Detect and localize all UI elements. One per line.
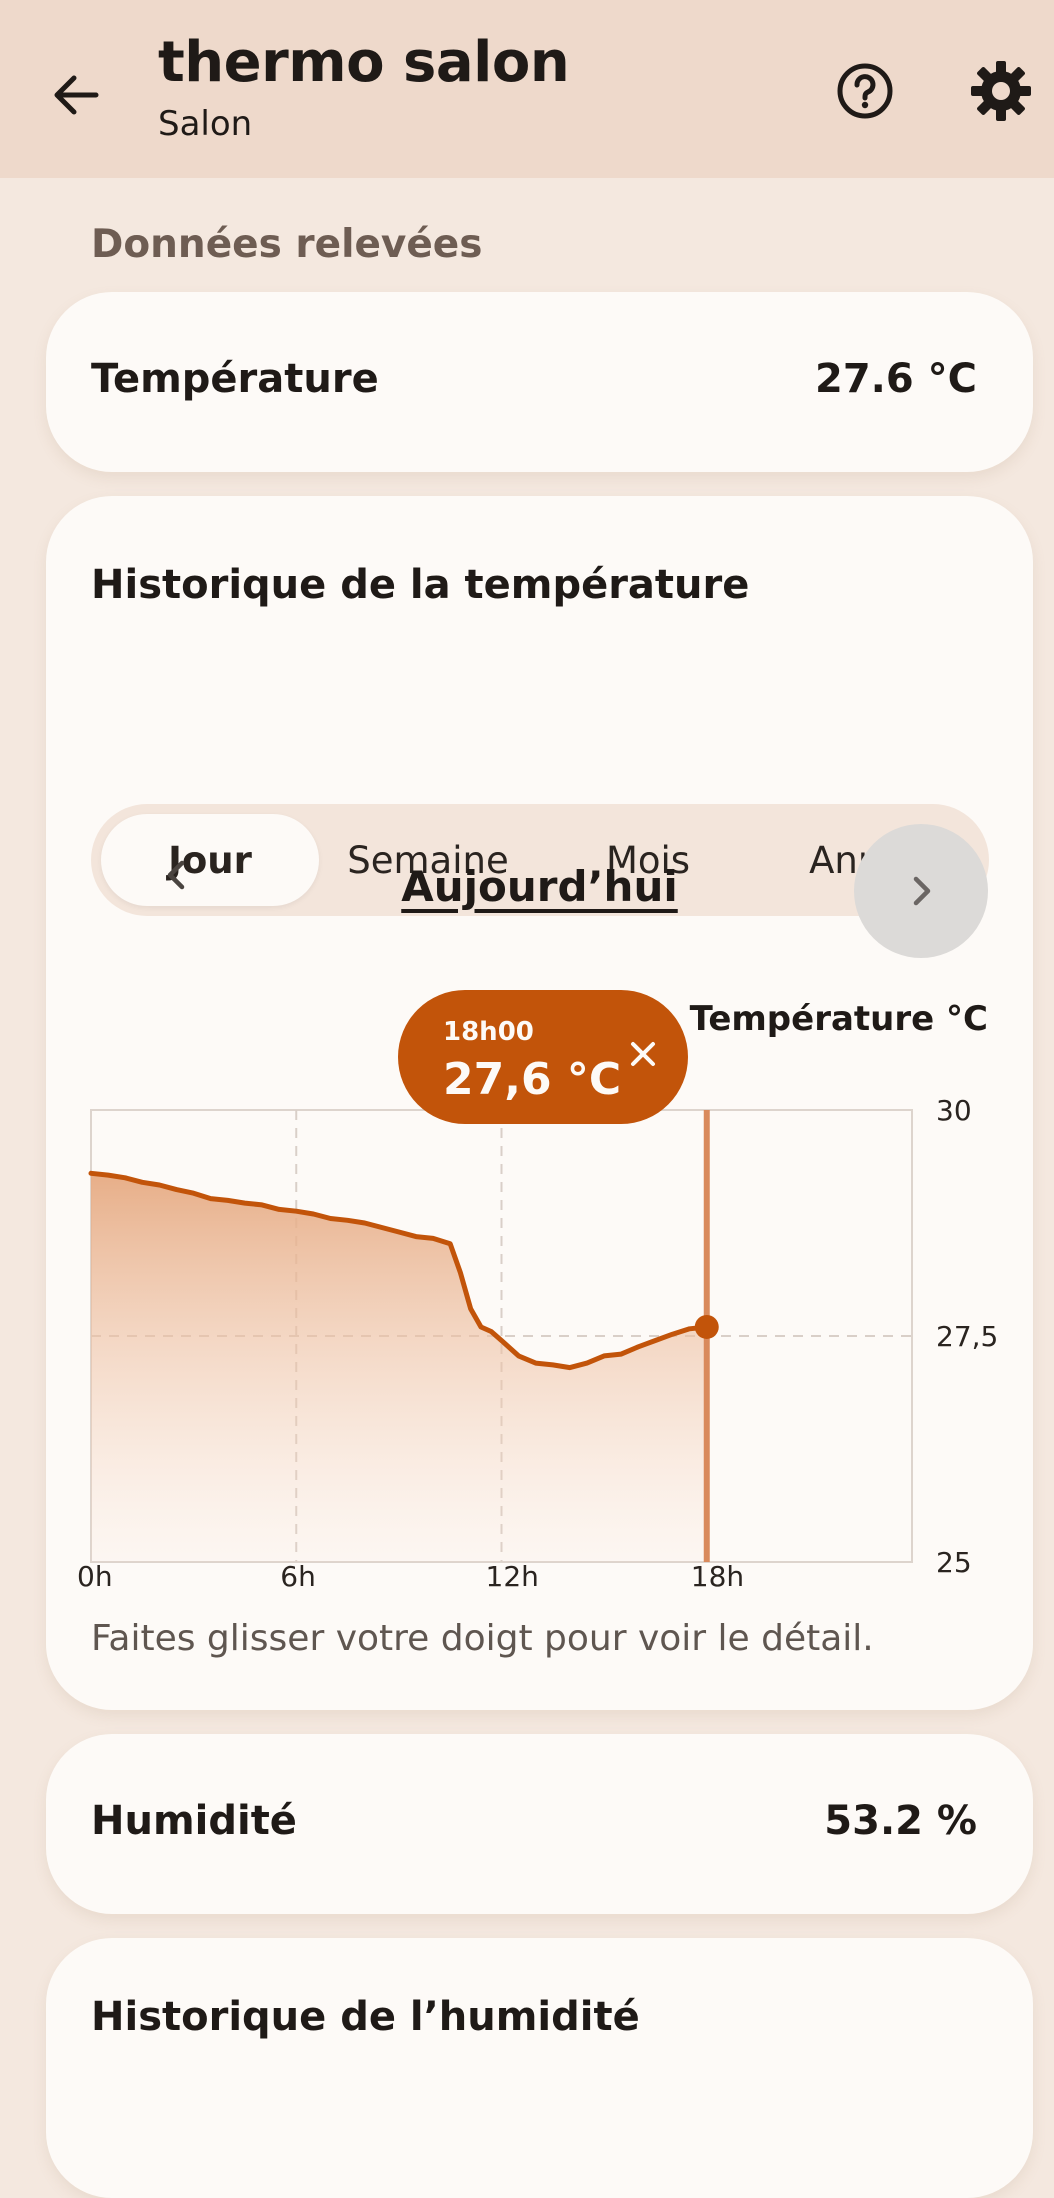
humidity-history-card: Historique de l’humidité: [46, 1938, 1033, 2198]
next-period-button[interactable]: [854, 824, 988, 958]
selection-point: [694, 1314, 719, 1339]
temperature-card[interactable]: Température 27.6 °C: [46, 292, 1033, 472]
y-tick-label: 30: [936, 1094, 972, 1127]
humidity-card[interactable]: Humidité 53.2 %: [46, 1734, 1033, 1914]
temperature-label: Température: [91, 356, 379, 402]
y-tick-label: 27,5: [936, 1320, 998, 1353]
tooltip-time: 18h00: [443, 1017, 534, 1047]
app-subtitle: Salon: [158, 104, 253, 144]
back-button[interactable]: [44, 60, 114, 130]
value-tooltip[interactable]: 18h00 27,6 °C: [398, 990, 688, 1124]
app-bar: thermo salon Salon: [0, 0, 1054, 178]
temperature-value: 27.6 °C: [815, 356, 977, 402]
chevron-right-icon: [913, 876, 931, 906]
help-button[interactable]: [830, 56, 900, 126]
x-tick-label: 0h: [77, 1560, 113, 1593]
temperature-history-card: Historique de la température Jour Semain…: [46, 496, 1033, 1710]
x-tick-label: 6h: [280, 1560, 316, 1593]
app-title: thermo salon: [158, 30, 570, 95]
x-tick-label: 12h: [486, 1560, 539, 1593]
humidity-value: 53.2 %: [824, 1798, 977, 1844]
help-circle-icon: [837, 63, 893, 119]
tooltip-value: 27,6 °C: [443, 1054, 621, 1105]
chart-hint: Faites glisser votre doigt pour voir le …: [91, 1618, 874, 1659]
arrow-left-icon: [54, 75, 99, 115]
gear-icon: [971, 61, 1031, 121]
section-header: Données relevées: [91, 222, 483, 267]
temperature-history-title: Historique de la température: [91, 562, 750, 608]
humidity-history-title: Historique de l’humidité: [91, 1994, 640, 2040]
series-label: Température °C: [690, 999, 988, 1039]
y-tick-label: 25: [936, 1546, 972, 1579]
x-tick-label: 18h: [691, 1560, 744, 1593]
temperature-chart[interactable]: 0h 6h 12h 18h 30 27,5 25 Température °C 18h00 …: [46, 976, 1033, 1596]
settings-button[interactable]: [966, 56, 1036, 126]
humidity-label: Humidité: [91, 1798, 297, 1844]
